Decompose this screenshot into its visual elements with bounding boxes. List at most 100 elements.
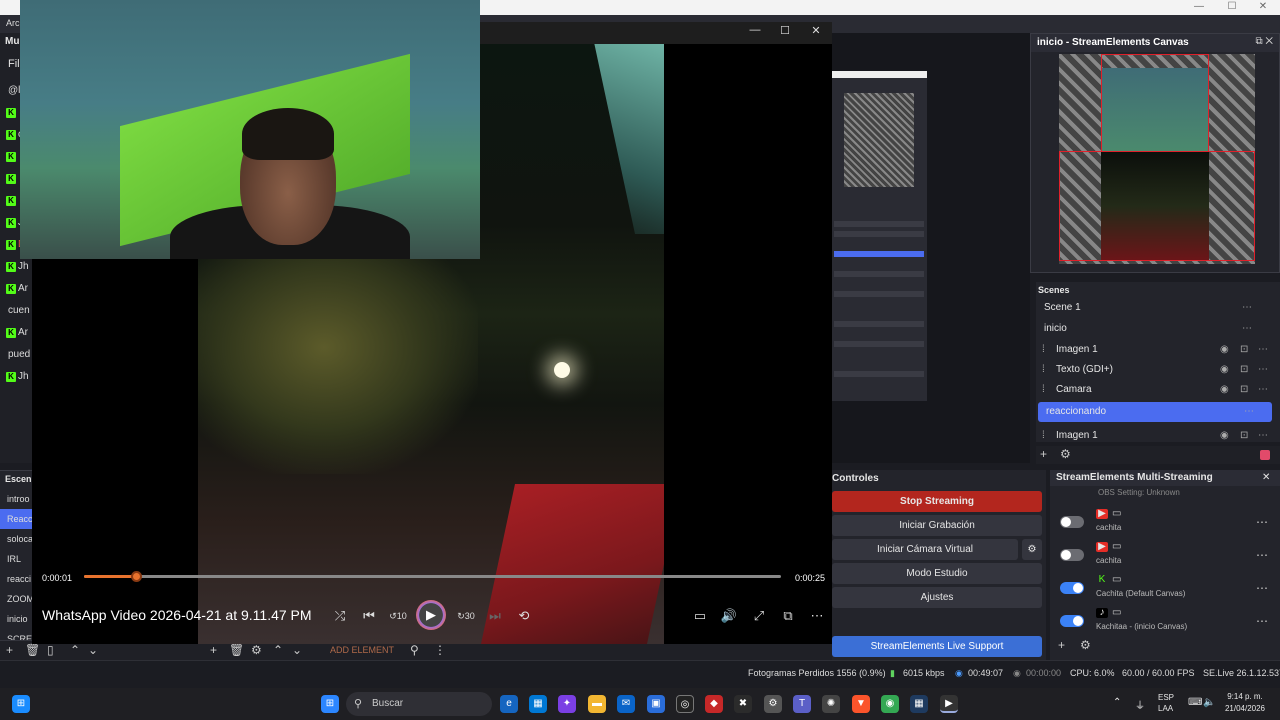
app-icon[interactable]: ▣ xyxy=(647,695,665,713)
ms-gear-icon[interactable]: ⚙ xyxy=(1080,638,1091,652)
volume-tray-icon[interactable]: 🔈 xyxy=(1203,697,1215,708)
source-row[interactable]: Camara ⁞ ◉ ⊡ ⋯ xyxy=(1036,380,1272,400)
player-maximize-button[interactable]: ☐ xyxy=(770,24,800,42)
drag-handle-icon[interactable]: ⁞ xyxy=(1042,380,1045,400)
scene-left-item[interactable]: introo xyxy=(0,489,34,509)
rewind-10-icon[interactable]: ↺10 xyxy=(387,606,409,626)
previous-icon[interactable]: ⏮ xyxy=(358,606,380,626)
miniplayer-icon[interactable]: ⧉ xyxy=(777,606,799,626)
volume-icon[interactable]: 🔊 xyxy=(718,606,740,626)
source-down-icon[interactable]: ⌄ xyxy=(292,643,302,657)
brave-icon[interactable]: ▼ xyxy=(852,695,870,713)
scene-gear-icon[interactable]: ⚙ xyxy=(1060,447,1071,461)
more-icon[interactable]: ⋯ xyxy=(1258,360,1268,380)
chrome-icon[interactable]: ◉ xyxy=(881,695,899,713)
scene-left-item[interactable]: reacci xyxy=(0,569,34,589)
eye-icon[interactable]: ◉ xyxy=(1220,380,1229,400)
virtual-camera-gear-icon[interactable]: ⚙ xyxy=(1022,539,1042,560)
destination-toggle[interactable] xyxy=(1060,516,1084,528)
outlook-icon[interactable]: ✉ xyxy=(617,695,635,713)
drag-handle-icon[interactable]: ⁞ xyxy=(1042,426,1045,446)
language-top[interactable]: ESP xyxy=(1158,693,1174,702)
scene-row[interactable]: Scene 1 ⋯ xyxy=(1036,298,1272,318)
settings-icon[interactable]: ⚙ xyxy=(764,695,782,713)
scene-left-item[interactable]: IRL xyxy=(0,549,34,569)
link-icon[interactable]: ⚲ xyxy=(410,643,419,657)
more-options-icon[interactable]: ⋯ xyxy=(806,606,828,626)
dock-icons[interactable]: ⧉ ✕ xyxy=(1255,36,1273,47)
destination-more-icon[interactable]: ⋯ xyxy=(1256,515,1268,529)
add-scene-icon-right[interactable]: + xyxy=(1040,447,1047,461)
more-icon[interactable]: ⋯ xyxy=(1258,380,1268,400)
shuffle-icon[interactable]: ⤮ xyxy=(329,606,351,626)
studio-mode-button[interactable]: Modo Estudio xyxy=(832,563,1042,584)
app-grid-icon[interactable]: ✖ xyxy=(734,695,752,713)
obs-close-button[interactable]: ✕ xyxy=(1246,0,1280,15)
obs-maximize-button[interactable]: ☐ xyxy=(1215,0,1249,15)
source-row[interactable]: Imagen 1 ⁞ ◉ ⊡ ⋯ xyxy=(1036,340,1272,360)
obs-taskbar-icon[interactable]: ◎ xyxy=(676,695,694,713)
obs-preview[interactable] xyxy=(832,33,1030,463)
destination-toggle[interactable] xyxy=(1060,615,1084,627)
calculator-icon[interactable]: ▦ xyxy=(910,695,928,713)
destination-more-icon[interactable]: ⋯ xyxy=(1256,614,1268,628)
start-menu-icon[interactable]: ⊞ xyxy=(321,695,339,713)
down-icon[interactable]: ⌄ xyxy=(88,643,98,657)
play-button[interactable]: ▶ xyxy=(416,600,446,630)
copilot-icon[interactable]: ✦ xyxy=(558,695,576,713)
menu-archivo[interactable]: Arc xyxy=(6,18,20,28)
tray-usb-icon[interactable]: ⏚ xyxy=(1135,697,1145,712)
player-minimize-button[interactable]: — xyxy=(740,24,770,42)
more-icon[interactable]: ⋯ xyxy=(1244,402,1254,422)
tray-chevron-icon[interactable]: ⌃ xyxy=(1113,697,1121,708)
more-icon[interactable]: ⋮ xyxy=(434,643,446,657)
subtitles-icon[interactable]: ▭ xyxy=(689,606,711,626)
multistream-dock-icons[interactable]: ✕ xyxy=(1262,472,1270,483)
more-icon[interactable]: ⋯ xyxy=(1242,319,1252,339)
repeat-off-icon[interactable]: ⟲ xyxy=(513,606,535,626)
clock-time[interactable]: 9:14 p. m. xyxy=(1219,692,1271,701)
more-icon[interactable]: ⋯ xyxy=(1242,298,1252,318)
clock-date[interactable]: 21/04/2026 xyxy=(1219,704,1271,713)
start-recording-button[interactable]: Iniciar Grabación xyxy=(832,515,1042,536)
destination-more-icon[interactable]: ⋯ xyxy=(1256,548,1268,562)
forward-30-icon[interactable]: ↻30 xyxy=(455,606,477,626)
chat-filter[interactable]: Fil xyxy=(8,58,20,70)
network-icon[interactable]: ⌨ xyxy=(1188,697,1202,708)
player-close-button[interactable]: ✕ xyxy=(801,24,831,42)
destination-toggle[interactable] xyxy=(1060,582,1084,594)
stop-streaming-button[interactable]: Stop Streaming xyxy=(832,491,1042,512)
canvas-preview[interactable] xyxy=(1059,54,1255,264)
drag-handle-icon[interactable]: ⁞ xyxy=(1042,340,1045,360)
scene-left-item[interactable]: inicio xyxy=(0,609,34,629)
eye-icon[interactable]: ◉ xyxy=(1220,360,1229,380)
source-up-icon[interactable]: ⌃ xyxy=(273,643,283,657)
virtual-camera-button[interactable]: Iniciar Cámara Virtual xyxy=(832,539,1018,560)
scene-left-item[interactable]: Reacc xyxy=(0,509,34,529)
lock-icon[interactable]: ⊡ xyxy=(1240,360,1248,380)
trash-icon[interactable]: 🗑 xyxy=(25,643,40,657)
windows-start-icon[interactable]: ⊞ xyxy=(12,695,30,713)
destination-toggle[interactable] xyxy=(1060,549,1084,561)
filter-icon[interactable]: ▯ xyxy=(47,643,54,657)
source-row[interactable]: Texto (GDI+) ⁞ ◉ ⊡ ⋯ xyxy=(1036,360,1272,380)
scene-left-item[interactable]: ZOOM xyxy=(0,589,34,609)
more-icon[interactable]: ⋯ xyxy=(1258,340,1268,360)
lock-icon[interactable]: ⊡ xyxy=(1240,380,1248,400)
remove-source-icon[interactable]: 🗑 xyxy=(229,643,244,657)
taskbar-search[interactable]: ⚲ Buscar xyxy=(346,692,492,716)
obs-minimize-button[interactable]: — xyxy=(1182,0,1216,15)
language-bottom[interactable]: LAA xyxy=(1158,704,1173,713)
lock-icon[interactable]: ⊡ xyxy=(1240,340,1248,360)
scene-row[interactable]: inicio ⋯ xyxy=(1036,319,1272,339)
next-icon[interactable]: ⏭ xyxy=(484,606,506,626)
media-player-icon[interactable]: ▶ xyxy=(940,695,958,713)
eye-icon[interactable]: ◉ xyxy=(1220,426,1229,446)
add-source-icon[interactable]: + xyxy=(210,643,217,657)
store-icon[interactable]: ▦ xyxy=(529,695,547,713)
source-row[interactable]: Imagen 1 ⁞ ◉ ⊡ ⋯ xyxy=(1036,426,1272,446)
ms-add-icon[interactable]: + xyxy=(1058,638,1065,652)
up-icon[interactable]: ⌃ xyxy=(70,643,80,657)
add-element-button[interactable]: ADD ELEMENT xyxy=(330,645,394,655)
progress-bar[interactable] xyxy=(84,571,781,582)
